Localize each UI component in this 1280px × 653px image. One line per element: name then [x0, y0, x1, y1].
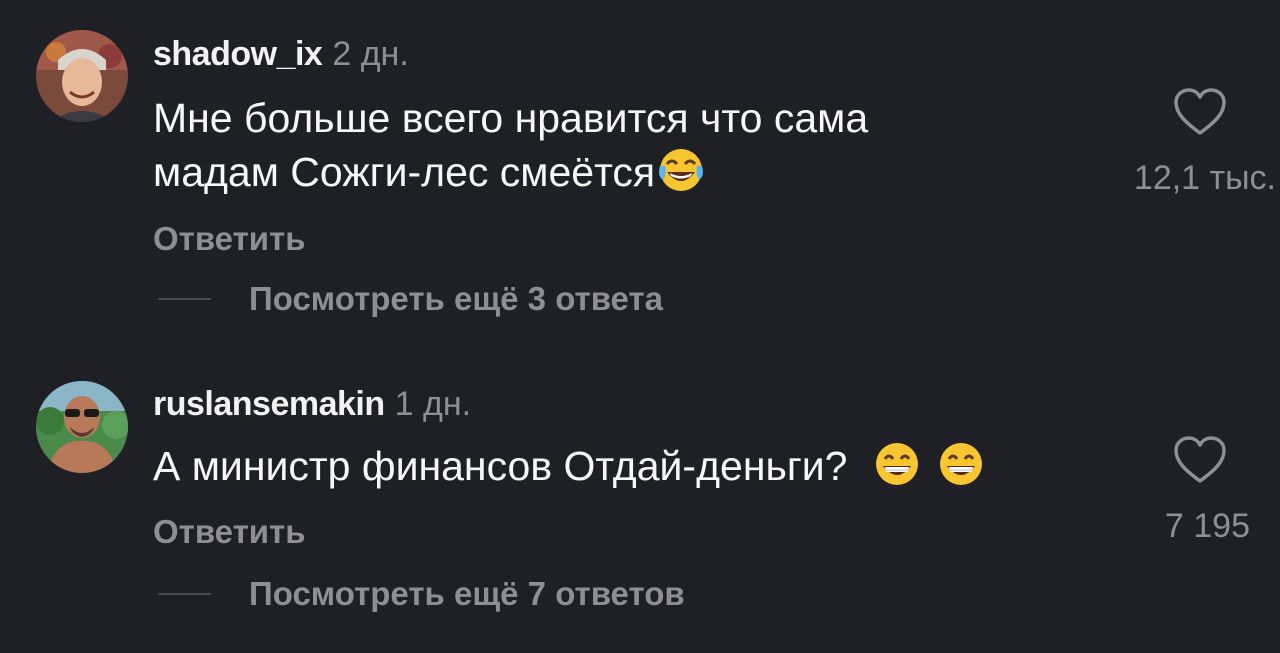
view-more-replies-button[interactable]: Посмотреть ещё 3 ответа: [158, 279, 663, 319]
replies-divider: [158, 298, 211, 300]
comment-text-line: А министр финансов Отдай-деньги?: [153, 439, 985, 493]
username[interactable]: ruslansemakin: [153, 385, 385, 423]
avatar[interactable]: [36, 30, 128, 122]
comment-text-line: мадам Сожги-лес смеётся: [153, 145, 868, 199]
face-with-tears-of-joy-icon: [657, 146, 705, 194]
grinning-face-with-smiling-eyes-icon: [937, 440, 985, 488]
comment-meta: ruslansemakin 1 дн.: [153, 384, 471, 424]
like-count: 12,1 тыс.: [1133, 159, 1276, 197]
like-count: 7 195: [1164, 507, 1250, 545]
grinning-face-with-smiling-eyes-icon: [873, 440, 921, 488]
reply-button[interactable]: Ответить: [153, 512, 306, 552]
replies-divider: [158, 593, 211, 595]
avatar[interactable]: [36, 381, 128, 473]
comment-text-line-content: мадам Сожги-лес смеётся: [153, 149, 656, 195]
comment-meta: shadow_ix 2 дн.: [153, 34, 409, 74]
reply-button[interactable]: Ответить: [153, 219, 306, 259]
comment-age: 1 дн.: [394, 385, 472, 423]
comment-text: А министр финансов Отдай-деньги?: [153, 439, 985, 493]
like-heart-icon[interactable]: [1172, 86, 1228, 138]
view-more-replies-label: Посмотреть ещё 7 ответов: [249, 575, 685, 612]
user-avatar-image: [36, 30, 128, 122]
view-more-replies-label: Посмотреть ещё 3 ответа: [249, 280, 663, 317]
comment-text-line: Мне больше всего нравится что сама: [153, 95, 869, 141]
user-avatar-image: [36, 381, 128, 473]
like-heart-icon[interactable]: [1172, 434, 1228, 486]
username[interactable]: shadow_ix: [153, 35, 323, 73]
comment-age: 2 дн.: [332, 35, 409, 73]
comment-text: Мне больше всего нравится что сама мадам…: [153, 91, 868, 199]
view-more-replies-button[interactable]: Посмотреть ещё 7 ответов: [158, 574, 685, 614]
comment-text-line-content: А министр финансов Отдай-деньги?: [153, 443, 848, 489]
